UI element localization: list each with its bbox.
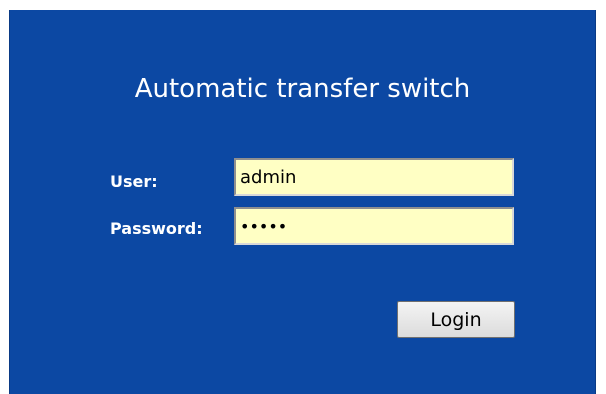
page: Automatic transfer switch User: Password… bbox=[0, 0, 606, 394]
password-label: Password: bbox=[110, 219, 203, 238]
page-title: Automatic transfer switch bbox=[134, 74, 471, 104]
user-label: User: bbox=[110, 172, 158, 191]
login-button[interactable]: Login bbox=[397, 301, 515, 338]
password-input[interactable] bbox=[234, 207, 514, 245]
login-panel: Automatic transfer switch User: Password… bbox=[9, 10, 596, 394]
user-input[interactable] bbox=[234, 158, 514, 196]
